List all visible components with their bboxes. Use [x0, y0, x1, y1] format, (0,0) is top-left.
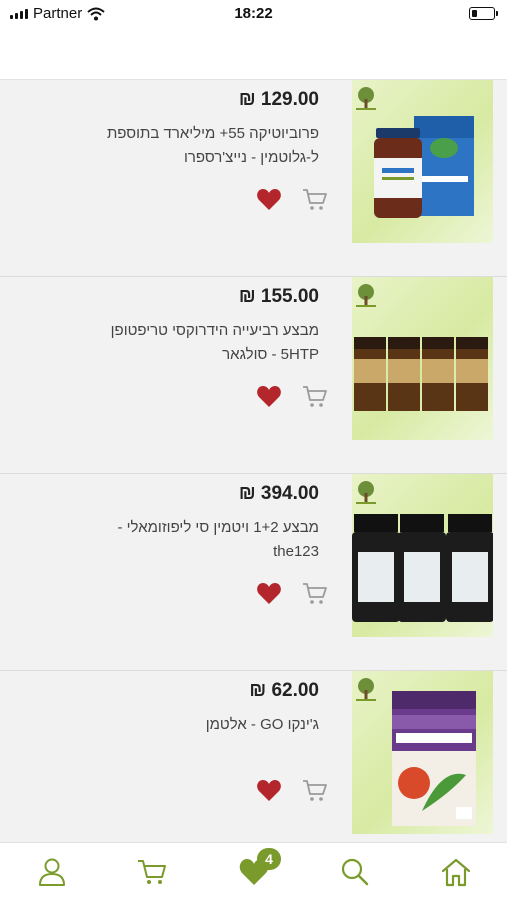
product-card[interactable]: ₪ 155.00 מבצע רביעייה הידרוקסי טריפטופן …	[0, 277, 507, 474]
product-card[interactable]: ₪ 394.00 מבצע 1+2 ויטמין סי ליפוזומאלי -…	[0, 474, 507, 671]
battery-icon	[469, 7, 498, 20]
wishlist-count-badge: 4	[257, 848, 281, 870]
home-icon[interactable]	[440, 857, 472, 887]
product-image[interactable]	[352, 474, 493, 637]
tree-logo-icon	[356, 481, 376, 504]
product-price: ₪ 62.00	[249, 680, 319, 701]
product-list[interactable]: ₪ 129.00 פרוביוטיקה 55+ מיליארד בתוספת ל…	[0, 80, 507, 842]
cart-tab-icon[interactable]	[136, 857, 168, 887]
tree-logo-icon	[356, 284, 376, 307]
product-image[interactable]	[352, 277, 493, 440]
add-to-cart-icon[interactable]	[302, 582, 328, 606]
tree-logo-icon	[356, 678, 376, 701]
wishlist-heart-icon[interactable]	[256, 582, 282, 606]
product-name[interactable]: מבצע 1+2 ויטמין סי ליפוזומאלי - the123	[69, 516, 320, 564]
tree-logo-icon	[356, 87, 376, 110]
wishlist-heart-icon[interactable]	[256, 385, 282, 409]
header-bar	[0, 28, 507, 80]
add-to-cart-icon[interactable]	[302, 779, 328, 803]
product-name[interactable]: פרוביוטיקה 55+ מיליארד בתוספת ל-גלוטמין …	[69, 122, 319, 170]
add-to-cart-icon[interactable]	[302, 385, 328, 409]
product-price: ₪ 155.00	[238, 286, 319, 307]
wishlist-heart-icon[interactable]	[256, 779, 282, 803]
add-to-cart-icon[interactable]	[302, 188, 328, 212]
product-image[interactable]	[352, 671, 493, 834]
product-image[interactable]	[352, 80, 493, 243]
product-name[interactable]: ג'ינקו GO - אלטמן	[69, 713, 319, 737]
product-card[interactable]: ₪ 129.00 פרוביוטיקה 55+ מיליארד בתוספת ל…	[0, 80, 507, 277]
status-bar: Partner 18:22	[0, 0, 507, 28]
bottom-tab-bar: 4	[0, 842, 507, 900]
search-icon[interactable]	[339, 857, 371, 887]
product-price: ₪ 129.00	[238, 89, 319, 110]
status-time: 18:22	[234, 5, 273, 22]
product-name[interactable]: מבצע רביעייה הידרוקסי טריפטופן 5HTP - סו…	[69, 319, 319, 367]
wishlist-heart-icon[interactable]	[256, 188, 282, 212]
product-card[interactable]: ₪ 62.00 ג'ינקו GO - אלטמן	[0, 671, 507, 842]
profile-icon[interactable]	[36, 857, 68, 887]
product-price: ₪ 394.00	[238, 483, 319, 504]
